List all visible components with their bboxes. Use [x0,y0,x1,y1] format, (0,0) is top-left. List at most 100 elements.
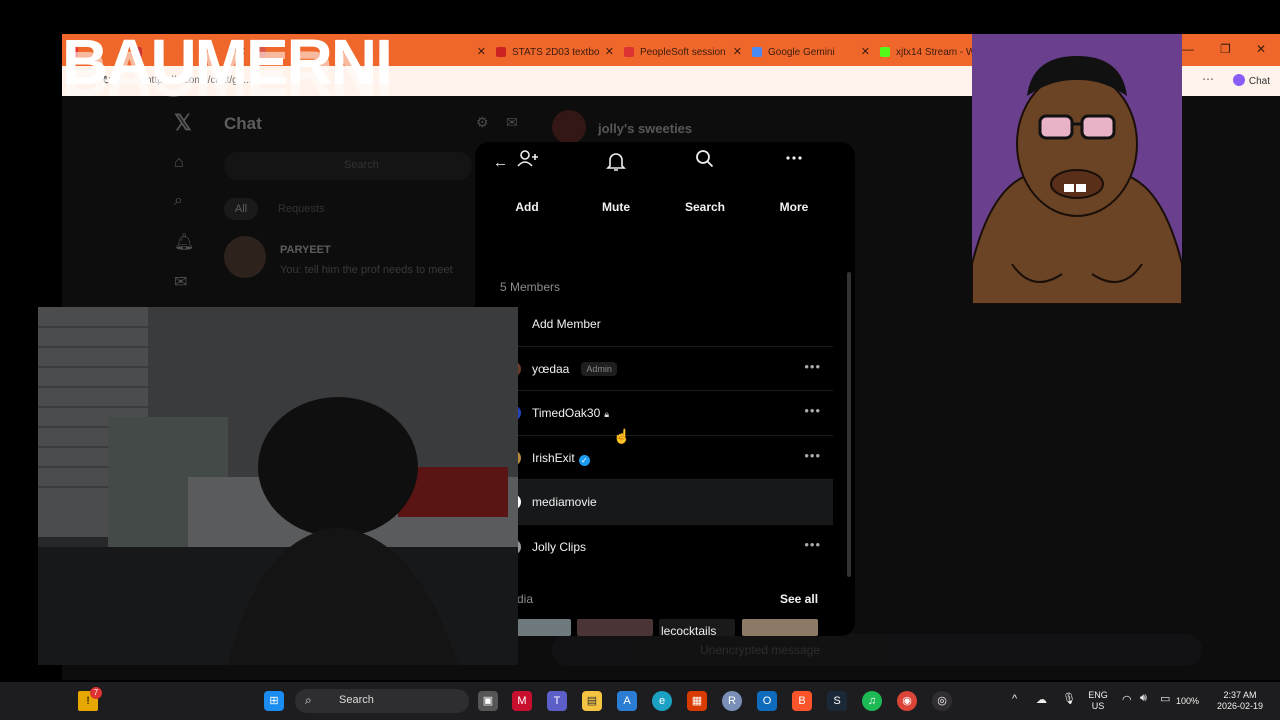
chrome-icon[interactable]: ◉ [897,691,917,711]
r-app-icon[interactable]: R [722,691,742,711]
cartoon-face-overlay [972,34,1182,304]
mute-action-button[interactable]: Mute [586,142,646,214]
member-more-icon[interactable]: ••• [804,403,821,418]
admin-badge: Admin [581,361,617,376]
battery-icon[interactable]: ▭ [1160,692,1170,705]
language-indicator[interactable]: ENG US [1084,690,1112,712]
restore-icon[interactable]: ❐ [1220,42,1231,56]
calendar-app-icon[interactable]: ▦ [687,691,707,711]
battery-percent: 100% [1176,696,1200,706]
bell-icon [596,142,636,182]
volume-icon[interactable]: 🔊︎ [1140,692,1147,705]
member-more-icon[interactable]: ••• [804,448,821,463]
windows-taskbar: ! 7 ⊞ ⌕ Search ▣ M T ▤ A e ▦ R O B S ♫ ◉… [0,682,1280,720]
chat-search-input[interactable]: Search [224,152,472,180]
spotify-icon[interactable]: ♫ [862,691,882,711]
group-avatar [552,110,586,144]
new-message-icon[interactable]: ✉ [506,114,518,131]
hand-cursor-icon: ☝ [613,428,631,444]
mcafee-icon[interactable]: M [512,691,532,711]
edge-browser-icon[interactable]: e [652,691,672,711]
browser-tab[interactable]: Google Gemini ✕ [746,40,874,64]
menu-dots-icon[interactable]: ⋯ [1202,72,1214,86]
media-thumbnail[interactable] [517,619,571,636]
add-member-label: Add Member [532,317,601,331]
windows-start-icon[interactable]: ⊞ [264,691,284,711]
member-name: TimedOak30 🔒︎ [532,406,610,420]
lock-icon: 🔒︎ [604,409,610,419]
avatar [224,236,266,278]
x-logo-icon[interactable]: 𝕏 [174,110,192,136]
file-explorer-icon[interactable]: ▤ [582,691,602,711]
search-action-button[interactable]: Search [675,142,735,214]
search-icon [685,142,725,182]
modal-scrollbar[interactable] [847,272,851,577]
brave-browser-icon[interactable]: B [792,691,812,711]
settings-gear-icon[interactable]: ⚙ [476,114,489,131]
webcam-scene-image [38,307,518,665]
obs-icon[interactable]: ◎ [932,691,952,711]
copilot-icon [1232,74,1245,86]
word-editor-icon[interactable]: A [617,691,637,711]
media-thumbnail[interactable] [742,619,818,636]
wifi-icon[interactable]: ◠ [1122,693,1132,706]
member-row[interactable]: yœdaa Admin ••• [509,347,833,391]
add-label: Add [515,200,539,214]
members-count: 5 Members [500,280,561,294]
steam-icon[interactable]: S [827,691,847,711]
tray-chevron-icon[interactable]: ^ [1012,693,1017,705]
member-name: Jolly Clips [532,539,587,554]
more-icon [774,142,814,182]
microphone-icon[interactable]: 🎙︎ [1062,692,1076,705]
minimize-icon[interactable]: — [1182,42,1194,56]
notifications-bell-icon[interactable]: 🔔︎ [174,232,194,252]
tab-close-icon[interactable]: ✕ [861,45,870,58]
member-row[interactable]: mediamovie [509,480,833,525]
conversation-name: PARYEET [280,244,331,256]
media-thumbnail[interactable] [577,619,653,636]
browser-tab[interactable]: STATS 2D03 textbo ✕ [490,40,618,64]
add-action-button[interactable]: Add [497,142,557,214]
see-all-link[interactable]: See all [780,592,818,606]
member-more-icon[interactable]: ••• [804,359,821,374]
teams-icon[interactable]: T [547,691,567,711]
filter-requests-tab[interactable]: Requests [278,203,324,215]
home-icon[interactable]: ⌂ [174,154,184,172]
clock[interactable]: 2:37 AM 2026-02-19 [1210,690,1270,712]
tab-favicon-icon [752,47,762,57]
member-row[interactable]: IrishExit ✓ ••• [509,436,833,480]
copilot-chat-button[interactable]: Chat [1232,74,1270,87]
messages-icon[interactable]: ✉ [174,272,187,292]
explore-search-icon[interactable]: ⌕ [174,192,183,210]
tab-close-icon[interactable]: ✕ [733,45,742,58]
member-name: yœdaa Admin [532,361,617,376]
search-icon: ⌕ [305,693,312,707]
tab-favicon-icon [880,47,890,57]
browser-tab[interactable]: PeopleSoft session ✕ [618,40,746,64]
group-info-modal: ← Add Mute Search More 5 Members Add Mem… [475,142,855,636]
group-name: jolly's sweeties [598,121,693,136]
close-window-icon[interactable]: ✕ [1256,42,1266,56]
tray-app-icon[interactable]: ☁ [1036,693,1047,706]
verified-badge-icon: ✓ [578,454,590,466]
cartoon-face-image [972,34,1182,304]
task-view-icon[interactable]: ▣ [478,691,498,711]
thumbnail-caption: lecocktails [661,624,717,636]
outlook-icon[interactable]: O [757,691,777,711]
member-list: Add Member yœdaa Admin ••• TimedOak30 🔒︎ •… [509,302,833,570]
taskbar-search[interactable]: ⌕ Search [295,689,469,713]
message-composer[interactable]: Unencrypted message [552,634,1202,666]
filter-all-tab[interactable]: All [224,198,258,220]
tab-close-icon[interactable]: ✕ [605,45,614,58]
member-name: mediamovie [532,495,597,509]
stream-overlay-title-shadow: BAUMERNI [62,38,393,110]
member-row[interactable]: Jolly Clips ••• [509,525,833,570]
member-row[interactable]: TimedOak30 🔒︎ ••• [509,391,833,436]
more-label: More [779,200,809,214]
add-member-row[interactable]: Add Member [515,302,833,347]
tab-favicon-icon [624,47,634,57]
member-more-icon[interactable]: ••• [804,537,821,552]
more-action-button[interactable]: More [764,142,824,214]
tab-close-icon[interactable]: ✕ [477,45,486,58]
mute-label: Mute [602,200,630,214]
